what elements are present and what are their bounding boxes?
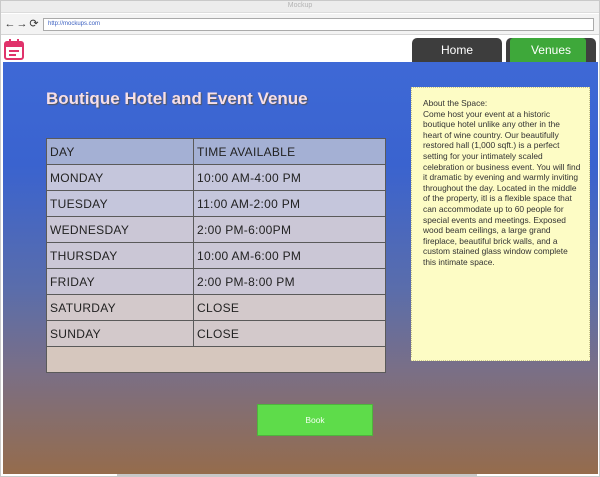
forward-arrow-icon[interactable]: → bbox=[16, 18, 28, 30]
time-cell: CLOSE bbox=[193, 320, 386, 347]
time-cell: 2:00 PM-6:00PM bbox=[193, 216, 386, 243]
table-row-empty bbox=[46, 346, 386, 373]
browser-toolbar: ← → ⟳ http://mockups.com bbox=[1, 14, 599, 35]
availability-table: DAY TIME AVAILABLE MONDAY 10:00 AM-4:00 … bbox=[46, 138, 386, 373]
time-cell: CLOSE bbox=[193, 294, 386, 321]
table-row: SATURDAY CLOSE bbox=[46, 294, 386, 321]
column-header-time: TIME AVAILABLE bbox=[193, 138, 386, 165]
table-row: SUNDAY CLOSE bbox=[46, 320, 386, 347]
about-heading: About the Space: bbox=[423, 98, 488, 108]
empty-cell bbox=[46, 346, 386, 373]
table-row: TUESDAY 11:00 AM-2:00 PM bbox=[46, 190, 386, 217]
about-body: Come host your event at a historic bouti… bbox=[423, 108, 581, 193]
tab-venues-label: Venues bbox=[530, 43, 572, 57]
about-space-note: About the Space: Come host your event at… bbox=[411, 87, 590, 361]
day-cell: THURSDAY bbox=[46, 242, 194, 269]
day-cell: TUESDAY bbox=[46, 190, 194, 217]
note-torn-edge bbox=[411, 357, 590, 362]
tab-home-label: Home bbox=[440, 43, 473, 57]
browser-window: Mockup ← → ⟳ http://mockups.com Home Ven… bbox=[0, 0, 600, 477]
table-row: WEDNESDAY 2:00 PM-6:00PM bbox=[46, 216, 386, 243]
address-bar[interactable]: http://mockups.com bbox=[43, 18, 594, 31]
app-header: Home Venues bbox=[1, 36, 599, 63]
main-content: Boutique Hotel and Event Venue DAY TIME … bbox=[3, 62, 598, 474]
day-cell: SATURDAY bbox=[46, 294, 194, 321]
time-cell: 2:00 PM-8:00 PM bbox=[193, 268, 386, 295]
day-cell: FRIDAY bbox=[46, 268, 194, 295]
book-button[interactable]: Book bbox=[257, 404, 373, 436]
page-title: Boutique Hotel and Event Venue bbox=[46, 89, 308, 108]
reload-icon[interactable]: ⟳ bbox=[28, 18, 40, 30]
table-header-row: DAY TIME AVAILABLE bbox=[46, 138, 386, 165]
time-cell: 10:00 AM-6:00 PM bbox=[193, 242, 386, 269]
day-cell: SUNDAY bbox=[46, 320, 194, 347]
window-title: Mockup bbox=[287, 2, 313, 9]
tab-home[interactable]: Home bbox=[412, 38, 502, 63]
table-row: FRIDAY 2:00 PM-8:00 PM bbox=[46, 268, 386, 295]
time-cell: 10:00 AM-4:00 PM bbox=[193, 164, 386, 191]
tab-venues[interactable]: Venues bbox=[506, 38, 596, 63]
column-header-day: DAY bbox=[46, 138, 194, 165]
table-row: MONDAY 10:00 AM-4:00 PM bbox=[46, 164, 386, 191]
day-cell: MONDAY bbox=[46, 164, 194, 191]
table-row: THURSDAY 10:00 AM-6:00 PM bbox=[46, 242, 386, 269]
back-arrow-icon[interactable]: ← bbox=[4, 18, 16, 30]
calendar-icon[interactable] bbox=[4, 39, 24, 60]
about-body-2: Located in the middle of the property, i… bbox=[423, 182, 577, 267]
time-cell: 11:00 AM-2:00 PM bbox=[193, 190, 386, 217]
window-titlebar: Mockup bbox=[1, 1, 599, 13]
day-cell: WEDNESDAY bbox=[46, 216, 194, 243]
